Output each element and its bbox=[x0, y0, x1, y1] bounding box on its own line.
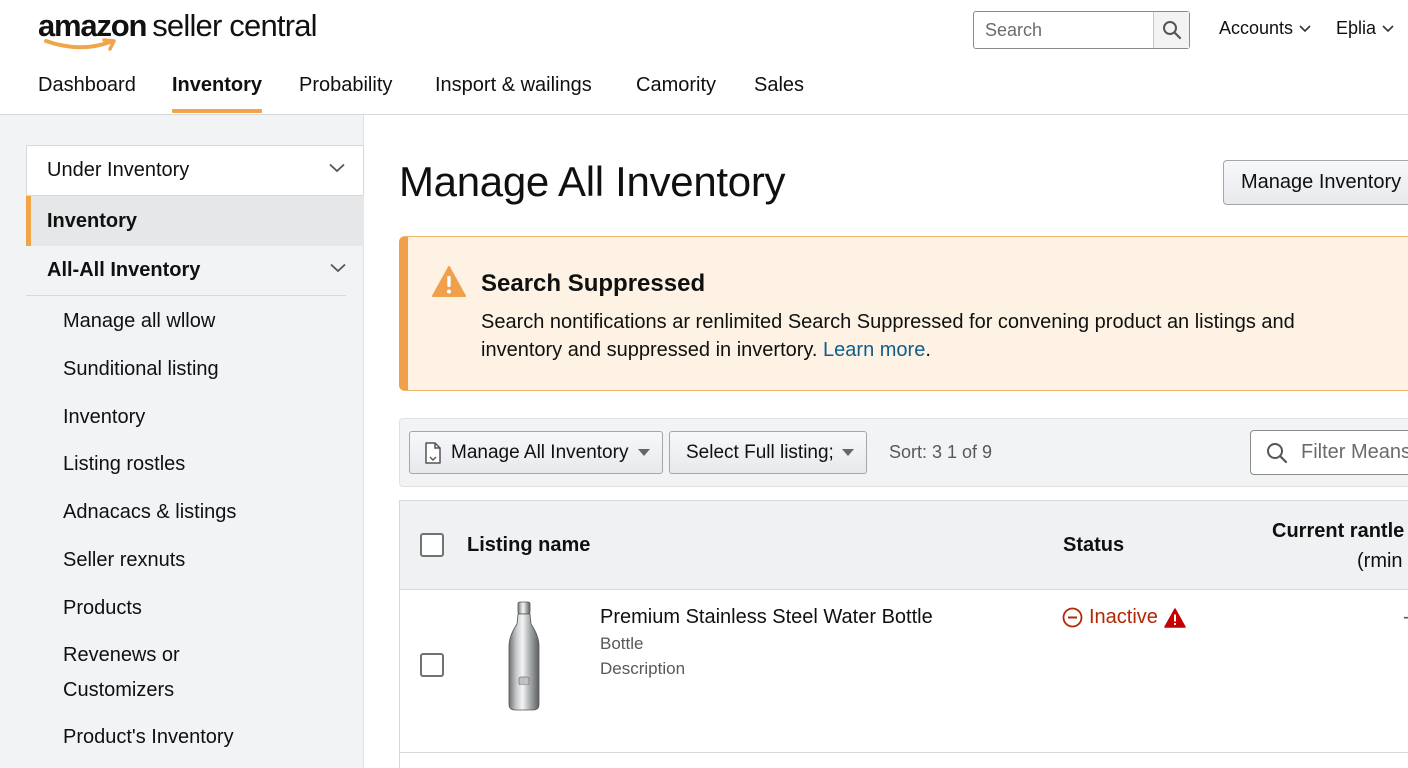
amazon-seller-central-logo[interactable]: amazon seller central bbox=[38, 8, 318, 52]
column-header-status[interactable]: Status bbox=[1063, 534, 1124, 557]
manage-all-inventory-dropdown[interactable]: Manage All Inventory bbox=[409, 431, 663, 474]
table-header: Listing name Status Current rantle (rmin bbox=[400, 501, 1408, 590]
sort-pagination-text: Sort: 3 1 of 9 bbox=[889, 442, 993, 462]
search-input[interactable] bbox=[974, 12, 1153, 48]
listing-description: Description bbox=[600, 659, 686, 678]
alert-title: Search Suppressed bbox=[481, 270, 706, 297]
dropdown-label: Select Full listing; bbox=[686, 441, 834, 463]
table-row[interactable]: Premium Stainless Steel Water Bottle Bot… bbox=[400, 590, 1408, 753]
sidebar-item[interactable]: Listing rostles bbox=[63, 447, 185, 481]
accounts-label: Accounts bbox=[1219, 18, 1294, 38]
sidebar: Under Inventory Inventory All-All Invent… bbox=[0, 115, 364, 768]
chevron-down-icon bbox=[1299, 24, 1311, 32]
sidebar-item[interactable]: Sunditional listing bbox=[63, 352, 219, 386]
alert-body-end: . bbox=[925, 339, 931, 361]
filter-search bbox=[1250, 430, 1408, 475]
sidebar-item-inventory-active[interactable]: Inventory bbox=[26, 196, 364, 246]
help-menu[interactable]: Eþlia bbox=[1336, 18, 1394, 39]
dropdown-label: Manage All Inventory bbox=[451, 441, 629, 463]
select-full-listing-dropdown[interactable]: Select Full listing; bbox=[669, 431, 867, 474]
tab-insport-wailings[interactable]: Insport & wailings bbox=[435, 74, 592, 113]
sidebar-section-label: Under Inventory bbox=[47, 159, 190, 181]
row-checkbox[interactable] bbox=[420, 653, 444, 677]
status-badge[interactable]: Inactive bbox=[1062, 606, 1186, 629]
sidebar-item[interactable]: Adnacacs & listings bbox=[63, 495, 236, 529]
manage-inventory-button[interactable]: Manage Inventory bbox=[1223, 160, 1408, 205]
chevron-down-icon bbox=[329, 163, 345, 173]
tab-camority[interactable]: Camority bbox=[636, 74, 716, 113]
smile-logo-icon bbox=[44, 38, 116, 51]
sidebar-section-dropdown[interactable]: Under Inventory bbox=[26, 145, 364, 196]
document-icon bbox=[425, 441, 441, 464]
inventory-table: Listing name Status Current rantle (rmin… bbox=[399, 500, 1408, 768]
listing-name-link[interactable]: Premium Stainless Steel Water Bottle bbox=[600, 606, 933, 629]
column-header-subtitle: (rmin bbox=[1357, 550, 1403, 572]
product-thumbnail-water-bottle[interactable] bbox=[507, 600, 541, 712]
listing-subtitle: Bottle bbox=[600, 634, 644, 653]
caret-down-icon bbox=[638, 449, 650, 456]
sidebar-item[interactable]: Manage all wllow bbox=[63, 304, 215, 338]
sidebar-item[interactable]: Products bbox=[63, 591, 142, 625]
tab-dashboard[interactable]: Dashboard bbox=[38, 74, 136, 113]
top-header: amazonseller central Accounts Eþlia bbox=[0, 0, 1408, 60]
warning-icon bbox=[432, 266, 466, 297]
tab-sales[interactable]: Sales bbox=[754, 74, 804, 113]
search-icon bbox=[1162, 21, 1181, 40]
sidebar-group-label: All-All Inventory bbox=[47, 259, 201, 281]
column-header-current-price[interactable]: Current rantle bbox=[1272, 520, 1404, 543]
page-title: Manage All Inventory bbox=[399, 158, 786, 205]
alert-body: Search nontifications ar renlimited Sear… bbox=[481, 308, 1381, 364]
search-icon bbox=[1267, 443, 1288, 464]
inactive-icon bbox=[1062, 607, 1083, 628]
search-button[interactable] bbox=[1153, 12, 1189, 48]
select-all-checkbox[interactable] bbox=[420, 533, 444, 557]
search-suppressed-alert: Search Suppressed Search nontifications … bbox=[399, 236, 1408, 391]
chevron-down-icon bbox=[1382, 24, 1394, 32]
product-thumbnail-partial bbox=[518, 676, 530, 685]
column-header-listing-name[interactable]: Listing name bbox=[467, 534, 590, 557]
learn-more-link[interactable]: Learn more bbox=[823, 339, 925, 361]
help-label: Eþlia bbox=[1336, 18, 1377, 38]
alert-triangle-icon bbox=[1164, 607, 1186, 628]
alert-body-line2: inventory and suppressed in invertory. bbox=[481, 339, 818, 361]
chevron-down-icon bbox=[330, 263, 346, 273]
status-text: Inactive bbox=[1089, 606, 1158, 628]
sidebar-item[interactable]: Inventory bbox=[63, 400, 145, 434]
sidebar-item[interactable]: Product's Inventory bbox=[63, 720, 234, 754]
tab-inventory[interactable]: Inventory bbox=[172, 74, 263, 113]
tab-probability[interactable]: Probability bbox=[299, 74, 392, 113]
current-price-value: - bbox=[1403, 606, 1408, 629]
alert-body-line1: Search nontifications ar renlimited Sear… bbox=[481, 311, 1295, 333]
accounts-menu[interactable]: Accounts bbox=[1219, 18, 1311, 39]
sidebar-item[interactable]: Customizers bbox=[63, 673, 174, 707]
sidebar-item[interactable]: Revenews or bbox=[63, 638, 180, 672]
header-search bbox=[973, 11, 1190, 49]
sidebar-group-all-inventory[interactable]: All-All Inventory bbox=[26, 246, 346, 296]
inventory-toolbar: Manage All Inventory Select Full listing… bbox=[399, 418, 1408, 487]
sidebar-item[interactable]: Seller rexnuts bbox=[63, 543, 185, 577]
logo-product: seller central bbox=[152, 8, 317, 43]
caret-down-icon bbox=[842, 449, 854, 456]
primary-nav: Dashboard Inventory Probability Insport … bbox=[0, 60, 1408, 115]
